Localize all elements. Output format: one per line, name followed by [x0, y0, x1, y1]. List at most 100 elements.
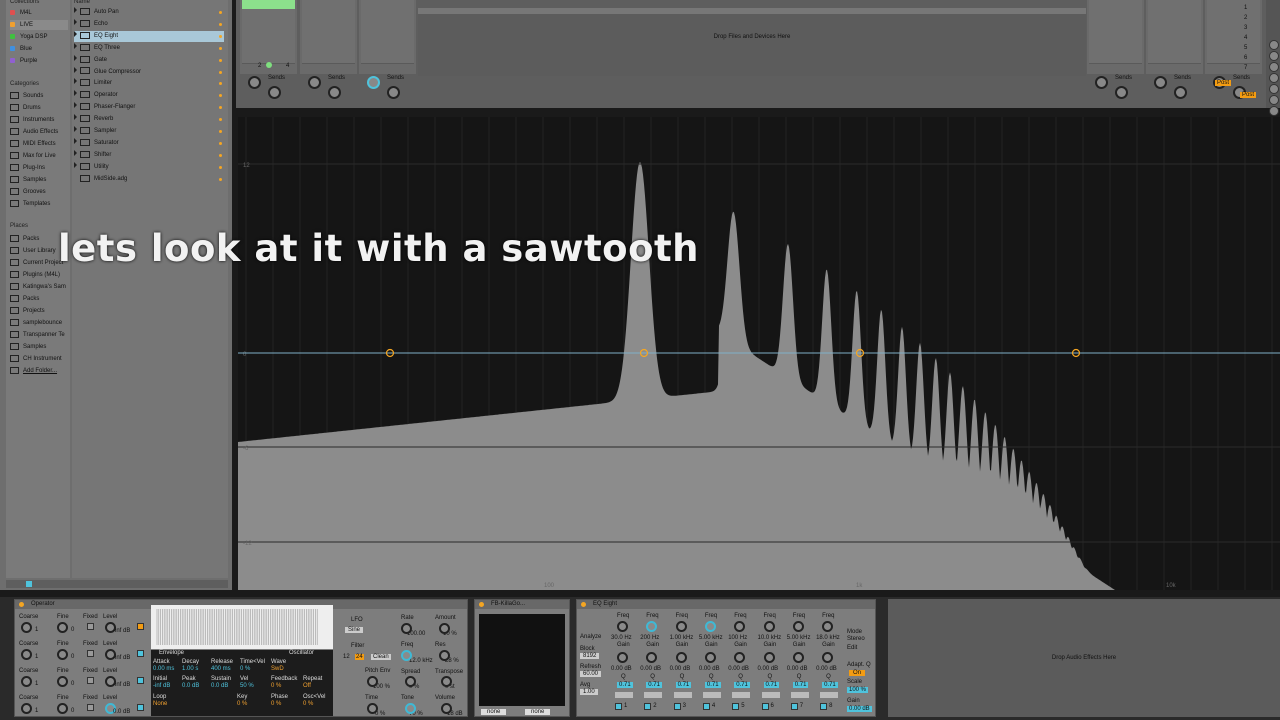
- scene-number[interactable]: 2: [1244, 15, 1247, 21]
- band-filter-type-select[interactable]: [702, 692, 721, 698]
- collection-item[interactable]: Yoga DSP: [10, 32, 47, 42]
- envelope-param-value[interactable]: 0.0 dB: [182, 683, 199, 689]
- expand-icon[interactable]: [74, 18, 77, 25]
- fixed-toggle[interactable]: [87, 677, 94, 684]
- filter-type-select[interactable]: Clean: [371, 654, 391, 660]
- band-enable-toggle[interactable]: [702, 703, 710, 710]
- filter-freq-knob[interactable]: [401, 650, 412, 661]
- operator-select-button[interactable]: [137, 650, 144, 657]
- clip-slot[interactable]: [361, 54, 414, 64]
- send-b-knob[interactable]: [387, 86, 400, 99]
- collection-item[interactable]: M4L: [10, 8, 32, 18]
- scene-number[interactable]: 4: [1244, 35, 1247, 41]
- fine-knob[interactable]: [57, 649, 68, 660]
- envelope-param-value[interactable]: 50 %: [240, 683, 254, 689]
- place-item[interactable]: Plugins (M4L): [10, 270, 68, 280]
- loop-value[interactable]: None: [153, 701, 167, 707]
- feedback-value[interactable]: 0 %: [271, 683, 281, 689]
- fine-knob[interactable]: [57, 622, 68, 633]
- place-item[interactable]: Transpanner Te: [10, 330, 68, 340]
- band-gain-knob[interactable]: [763, 652, 775, 663]
- band-gain-knob[interactable]: [617, 652, 628, 663]
- eq-spectrum-display[interactable]: 12 0 -6 -12 100 1k 10k: [238, 117, 1280, 590]
- coarse-knob[interactable]: [21, 703, 32, 714]
- place-item[interactable]: Packs: [10, 294, 68, 304]
- collection-item[interactable]: Blue: [10, 44, 32, 54]
- browser-file-item[interactable]: Echo: [74, 18, 224, 30]
- band-freq-knob[interactable]: [704, 621, 716, 632]
- category-item[interactable]: Instruments: [10, 115, 54, 125]
- mixer-toggle-icon[interactable]: [1269, 51, 1279, 61]
- oscvel-value[interactable]: 0 %: [303, 701, 313, 707]
- send-b-knob[interactable]: [1174, 86, 1187, 99]
- envelope-param-value[interactable]: 0.00 ms: [153, 666, 174, 672]
- browser-file-item[interactable]: Utility: [74, 161, 224, 173]
- envelope-param-value[interactable]: 400 ms: [211, 666, 231, 672]
- operator-select-button[interactable]: [137, 704, 144, 711]
- browser-file-item[interactable]: Limiter: [74, 78, 224, 89]
- fine-knob[interactable]: [57, 676, 68, 687]
- send-a-knob[interactable]: [1095, 76, 1108, 89]
- expand-icon[interactable]: [74, 66, 77, 73]
- browser-file-item[interactable]: Glue Compressor: [74, 66, 224, 78]
- avg-value[interactable]: 1.00: [580, 689, 598, 695]
- browser-file-item[interactable]: Reverb: [74, 114, 224, 125]
- category-item[interactable]: Sounds: [10, 91, 43, 101]
- mixer-toggle-icon[interactable]: [1269, 62, 1279, 72]
- clip-slot[interactable]: [1148, 54, 1201, 64]
- band-enable-toggle[interactable]: [790, 703, 798, 710]
- envelope-param-value[interactable]: 0 %: [240, 666, 250, 672]
- mode-value[interactable]: Stereo: [847, 636, 865, 642]
- filter-res-knob[interactable]: [439, 650, 450, 661]
- spread-knob[interactable]: [405, 676, 416, 687]
- phase-value[interactable]: 0 %: [271, 701, 281, 707]
- coarse-knob[interactable]: [21, 676, 32, 687]
- envelope-tab[interactable]: Envelope: [159, 650, 184, 656]
- band-q-value[interactable]: 0.71: [792, 682, 809, 688]
- killagon-title-bar[interactable]: FB-KillaGo...: [475, 600, 569, 609]
- mixer-toggle-icon[interactable]: [1269, 73, 1279, 83]
- send-b-knob[interactable]: [328, 86, 341, 99]
- time-knob[interactable]: [367, 703, 378, 714]
- coarse-knob[interactable]: [21, 622, 32, 633]
- band-filter-type-select[interactable]: [644, 692, 663, 698]
- operator-select-button[interactable]: [137, 623, 144, 630]
- killagon-display[interactable]: [479, 614, 565, 706]
- mixer-toggle-icon[interactable]: [1269, 106, 1279, 116]
- band-gain-knob[interactable]: [734, 652, 746, 663]
- browser-file-item[interactable]: Auto Pan: [74, 7, 224, 18]
- expand-icon[interactable]: [74, 54, 77, 61]
- key-value[interactable]: 0 %: [237, 701, 247, 707]
- band-q-value[interactable]: 0.71: [617, 682, 633, 688]
- band-freq-knob[interactable]: [646, 621, 658, 632]
- power-icon[interactable]: [581, 602, 586, 607]
- band-enable-toggle[interactable]: [673, 703, 681, 710]
- clip-slot[interactable]: [302, 54, 355, 64]
- band-enable-toggle[interactable]: [820, 703, 828, 710]
- collection-item[interactable]: Purple: [10, 56, 37, 66]
- session-drop-zone[interactable]: Drop Files and Devices Here: [418, 8, 1086, 76]
- send-a-knob[interactable]: [367, 76, 380, 89]
- browser-file-item[interactable]: Saturator: [74, 137, 224, 149]
- scene-number[interactable]: 7: [1244, 65, 1247, 71]
- post-button[interactable]: Post: [1240, 92, 1257, 98]
- band-gain-knob[interactable]: [675, 652, 687, 663]
- band-filter-type-select[interactable]: [790, 692, 809, 698]
- band-freq-knob[interactable]: [822, 621, 834, 632]
- band-enable-toggle[interactable]: [615, 703, 622, 710]
- envelope-param-value[interactable]: -inf dB: [153, 683, 170, 689]
- killagon-selector-1[interactable]: none: [481, 709, 507, 715]
- clip-slot[interactable]: [1207, 54, 1260, 64]
- name-column-header[interactable]: Name: [74, 0, 90, 5]
- volume-knob[interactable]: [441, 703, 452, 714]
- band-freq-knob[interactable]: [792, 621, 804, 632]
- band-freq-knob[interactable]: [763, 621, 775, 632]
- band-gain-knob[interactable]: [646, 652, 658, 663]
- fixed-toggle[interactable]: [87, 650, 94, 657]
- expand-icon[interactable]: [74, 78, 77, 85]
- clip-playing-icon[interactable]: [266, 62, 272, 68]
- band-freq-knob[interactable]: [617, 621, 628, 632]
- band-filter-type-select[interactable]: [820, 692, 839, 698]
- expand-icon[interactable]: [74, 114, 77, 121]
- fine-knob[interactable]: [57, 703, 68, 714]
